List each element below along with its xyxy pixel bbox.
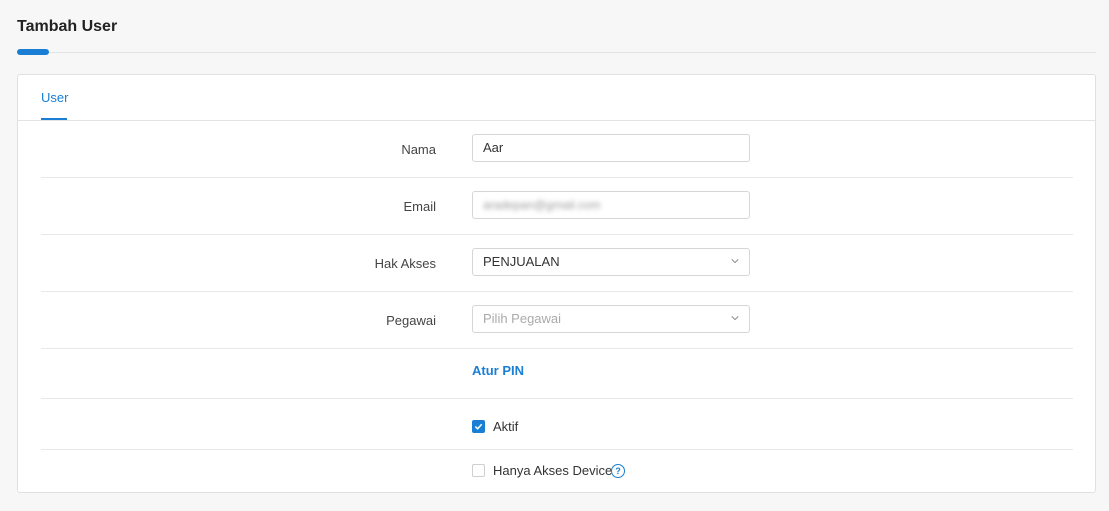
- row-atur-pin: Atur PIN: [41, 348, 1073, 399]
- email-input[interactable]: aradepan@gmail.com: [472, 191, 750, 219]
- row-pegawai: Pegawai Pilih Pegawai: [41, 291, 1073, 349]
- nama-label: Nama: [401, 142, 436, 157]
- tab-bar: User: [18, 75, 1095, 121]
- hak-akses-label: Hak Akses: [374, 256, 436, 271]
- pegawai-select[interactable]: Pilih Pegawai: [472, 305, 750, 333]
- tab-user[interactable]: User: [41, 75, 68, 120]
- aktif-label: Aktif: [493, 419, 519, 434]
- email-label: Email: [403, 199, 436, 214]
- aktif-checkbox[interactable]: [472, 420, 485, 433]
- nama-input[interactable]: Aar: [472, 134, 750, 162]
- title-accent-bar: [17, 49, 49, 55]
- pegawai-label: Pegawai: [386, 313, 436, 328]
- chevron-down-icon: [731, 316, 739, 321]
- row-email: Email aradepan@gmail.com: [41, 177, 1073, 235]
- chevron-down-icon: [731, 259, 739, 264]
- form-card: User Nama Aar Email aradepan@gmail.com H…: [17, 74, 1096, 493]
- hak-akses-select[interactable]: PENJUALAN: [472, 248, 750, 276]
- title-divider: [17, 52, 1096, 53]
- row-hanya-akses-device: Hanya Akses Device ?: [41, 449, 1073, 491]
- hanya-akses-device-label: Hanya Akses Device: [493, 463, 613, 478]
- checkmark-icon: [474, 423, 483, 430]
- row-aktif: Aktif: [41, 398, 1073, 450]
- pegawai-placeholder: Pilih Pegawai: [483, 311, 562, 326]
- hanya-akses-device-checkbox[interactable]: [472, 464, 485, 477]
- email-value: aradepan@gmail.com: [483, 198, 601, 212]
- row-nama: Nama Aar: [41, 120, 1073, 178]
- row-hak-akses: Hak Akses PENJUALAN: [41, 234, 1073, 292]
- question-circle-icon[interactable]: ?: [611, 464, 625, 478]
- page-title: Tambah User: [17, 18, 118, 35]
- atur-pin-link[interactable]: Atur PIN: [472, 363, 524, 378]
- hak-akses-value: PENJUALAN: [483, 254, 560, 269]
